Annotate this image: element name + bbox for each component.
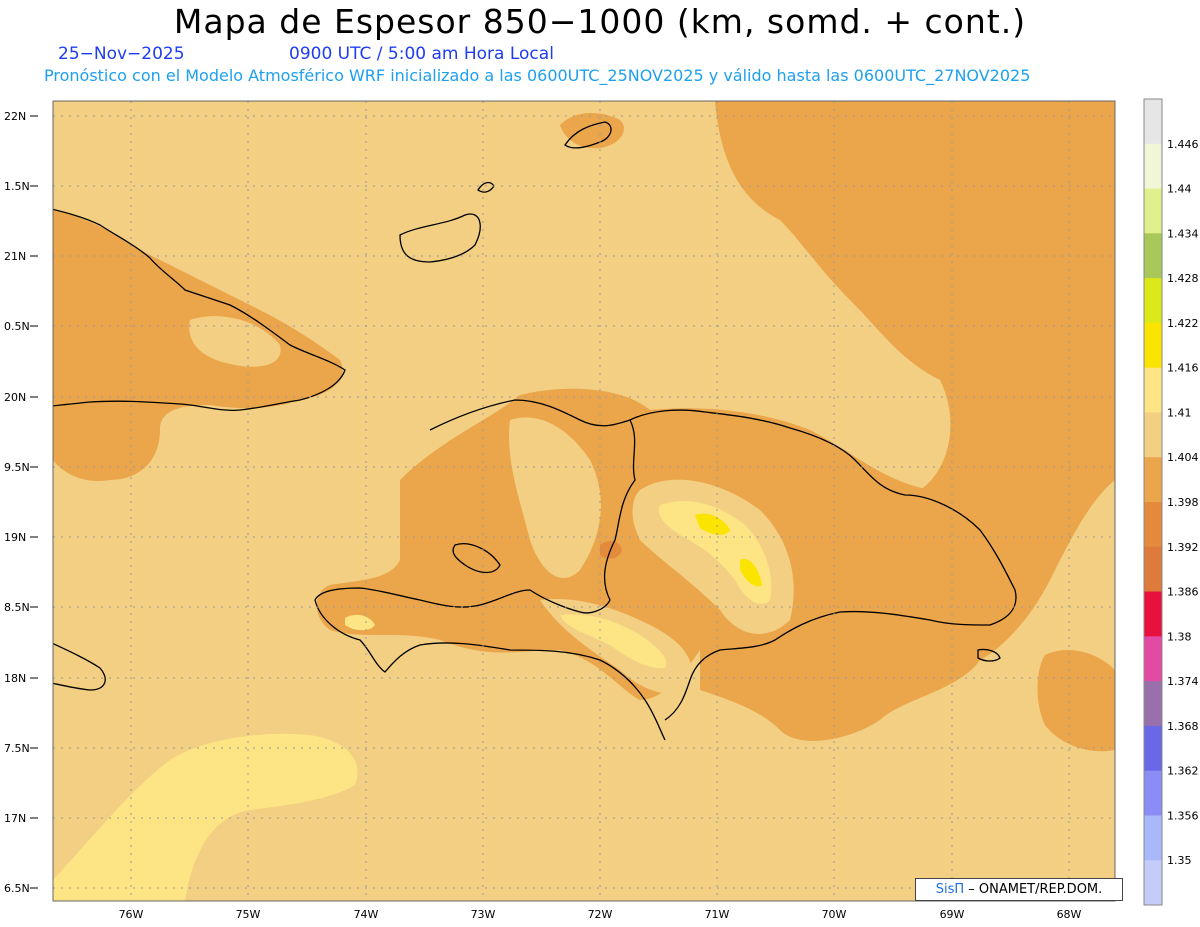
colorbar-label: 1.398 bbox=[1167, 496, 1199, 509]
colorbar-swatch bbox=[1144, 636, 1162, 682]
colorbar-label: 1.428 bbox=[1167, 272, 1199, 285]
colorbar-label: 1.44 bbox=[1167, 183, 1192, 196]
colorbar-swatch bbox=[1144, 770, 1162, 816]
credit-box: SisΠ – ONAMET/REP.DOM. bbox=[915, 878, 1123, 901]
lat-ticks bbox=[30, 115, 38, 889]
lon-label: 75W bbox=[236, 908, 261, 921]
colorbar-swatch bbox=[1144, 681, 1162, 727]
colorbar-label: 1.35 bbox=[1167, 854, 1192, 867]
lat-label: 18N bbox=[4, 672, 26, 685]
colorbar-label: 1.374 bbox=[1167, 675, 1199, 688]
colorbar-swatch bbox=[1144, 457, 1162, 503]
lat-axis: 22N 1.5N 21N 0.5N 20N 9.5N 19N 8.5N 18N … bbox=[4, 110, 30, 895]
colorbar-label: 1.38 bbox=[1167, 630, 1192, 643]
lon-label: 73W bbox=[471, 908, 496, 921]
lat-label: 6.5N bbox=[4, 882, 30, 895]
colorbar-swatch bbox=[1144, 591, 1162, 637]
colorbar-swatch bbox=[1144, 233, 1162, 279]
colorbar-swatch bbox=[1144, 322, 1162, 369]
colorbar-swatch bbox=[1144, 546, 1162, 593]
colorbar-swatch bbox=[1144, 367, 1162, 413]
colorbar-swatch bbox=[1144, 815, 1162, 861]
lon-label: 76W bbox=[119, 908, 144, 921]
colorbar-swatch bbox=[1144, 502, 1162, 548]
colorbar: 1.446 1.44 1.434 1.428 1.422 1.416 1.41 1.404 1.… bbox=[1143, 98, 1199, 906]
colorbar-label: 1.434 bbox=[1167, 227, 1199, 240]
lon-label: 71W bbox=[705, 908, 730, 921]
lat-label: 21N bbox=[4, 250, 26, 263]
lat-label: 0.5N bbox=[4, 320, 30, 333]
colorbar-swatch bbox=[1144, 860, 1162, 906]
lat-label: 17N bbox=[4, 812, 26, 825]
colorbar-swatch bbox=[1144, 725, 1162, 772]
lon-axis: 76W 75W 74W 73W 72W 71W 70W 69W 68W bbox=[119, 908, 1082, 921]
lat-label: 1.5N bbox=[4, 180, 30, 193]
map-panel bbox=[53, 101, 1115, 901]
colorbar-label: 1.392 bbox=[1167, 541, 1199, 554]
credit-brand: SisΠ bbox=[935, 882, 965, 897]
colorbar-label: 1.368 bbox=[1167, 720, 1199, 733]
colorbar-swatch bbox=[1144, 99, 1162, 145]
lat-label: 9.5N bbox=[4, 461, 30, 474]
colorbar-label: 1.386 bbox=[1167, 586, 1199, 599]
colorbar-label: 1.404 bbox=[1167, 451, 1199, 464]
colorbar-swatch bbox=[1144, 278, 1162, 324]
colorbar-label: 1.362 bbox=[1167, 765, 1199, 778]
colorbar-swatch bbox=[1144, 143, 1162, 190]
colorbar-label: 1.41 bbox=[1167, 406, 1192, 419]
lat-label: 7.5N bbox=[4, 742, 30, 755]
lat-label: 8.5N bbox=[4, 601, 30, 614]
credit-text: – ONAMET/REP.DOM. bbox=[964, 882, 1103, 897]
colorbar-label: 1.446 bbox=[1167, 138, 1199, 151]
lon-label: 72W bbox=[588, 908, 613, 921]
lon-label: 69W bbox=[940, 908, 965, 921]
colorbar-swatch bbox=[1144, 412, 1162, 458]
colorbar-swatch bbox=[1144, 188, 1162, 234]
lon-label: 74W bbox=[354, 908, 379, 921]
colorbar-label: 1.422 bbox=[1167, 317, 1199, 330]
lon-label: 70W bbox=[822, 908, 847, 921]
lat-label: 22N bbox=[4, 110, 26, 123]
lon-label: 68W bbox=[1057, 908, 1082, 921]
lat-label: 20N bbox=[4, 391, 26, 404]
lat-label: 19N bbox=[4, 531, 26, 544]
map-figure: 22N 1.5N 21N 0.5N 20N 9.5N 19N 8.5N 18N … bbox=[4, 98, 1199, 921]
colorbar-label: 1.356 bbox=[1167, 809, 1199, 822]
colorbar-label: 1.416 bbox=[1167, 362, 1199, 375]
